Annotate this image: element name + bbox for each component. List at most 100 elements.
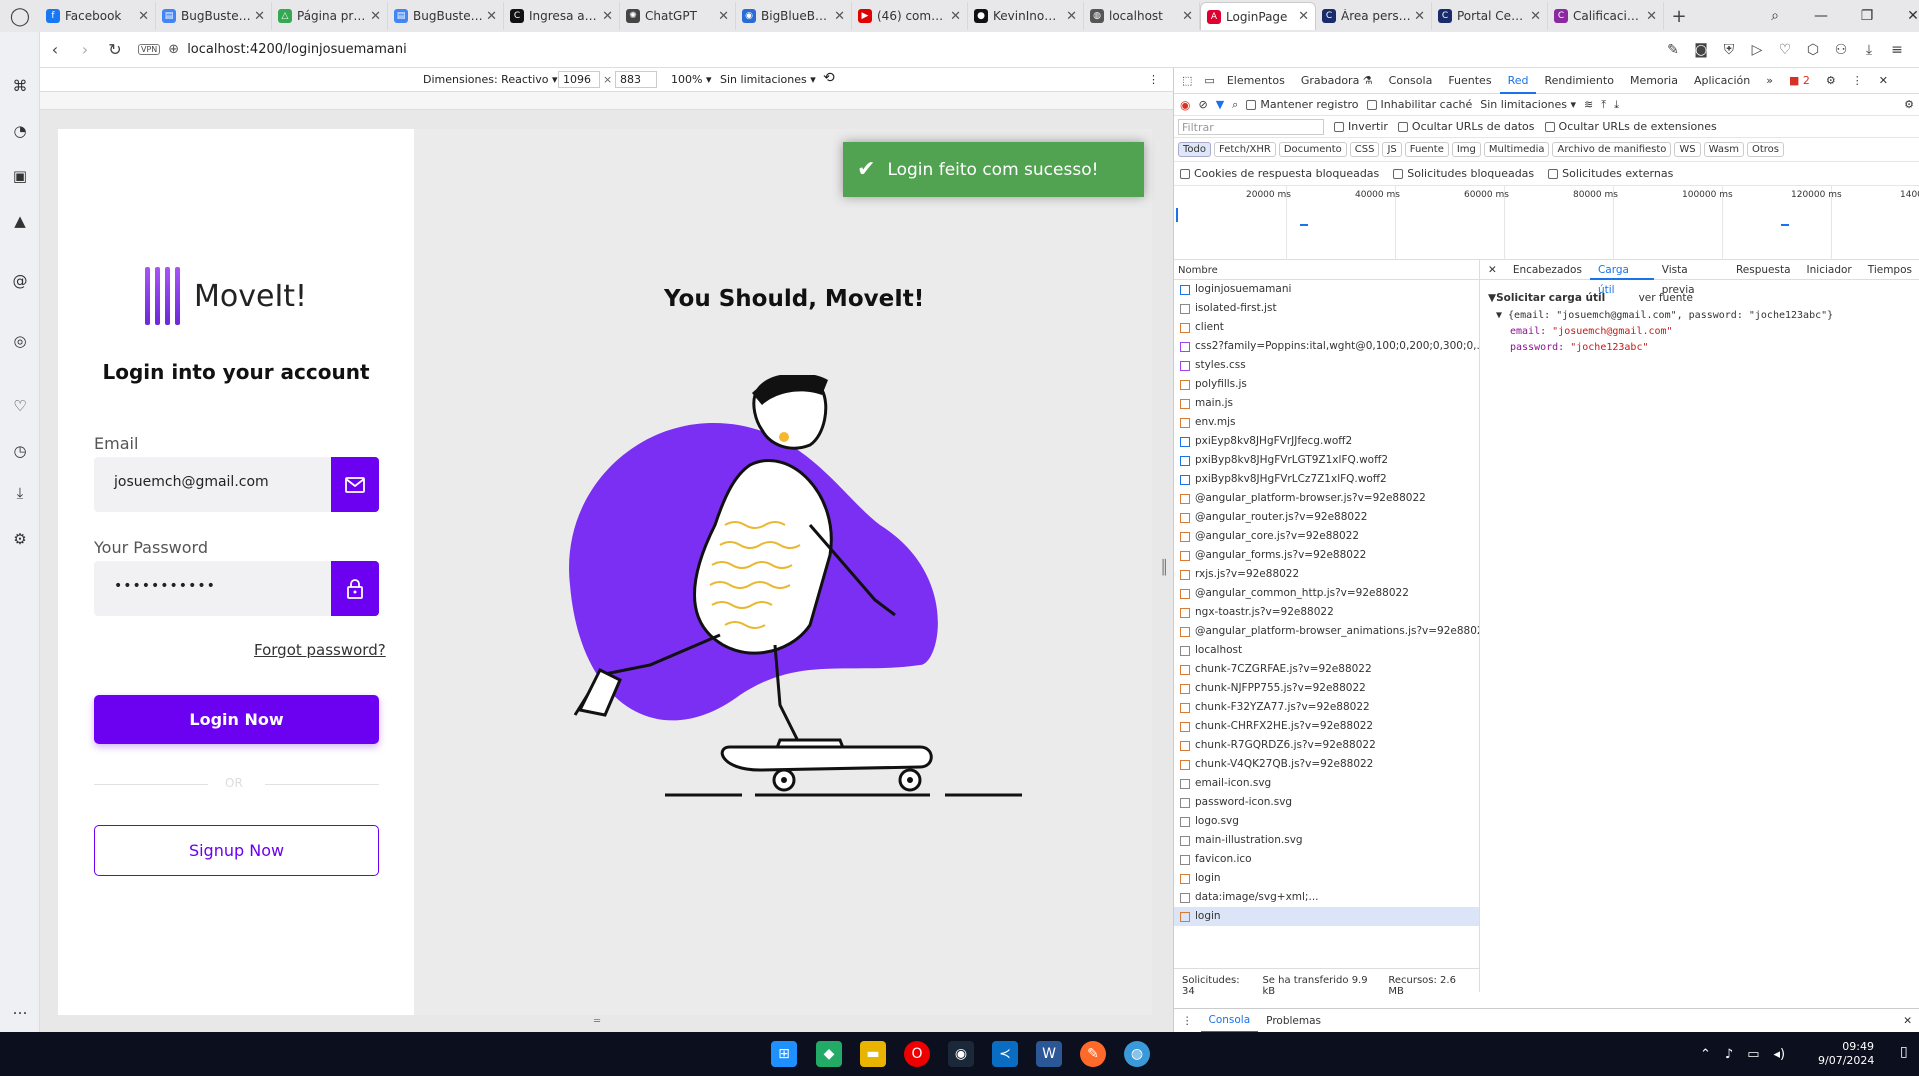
- type-filter-button[interactable]: Wasm: [1703, 142, 1744, 157]
- steam-icon[interactable]: ◉: [948, 1041, 974, 1067]
- player-icon[interactable]: ◎: [10, 332, 30, 352]
- request-row[interactable]: favicon.ico: [1174, 850, 1479, 869]
- request-row[interactable]: isolated-first.jst: [1174, 299, 1479, 318]
- request-row[interactable]: ngx-toastr.js?v=92e88022: [1174, 603, 1479, 622]
- password-value[interactable]: •••••••••••: [114, 578, 216, 594]
- hide-data-urls-checkbox[interactable]: Ocultar URLs de datos: [1397, 120, 1535, 133]
- request-row[interactable]: chunk-CHRFX2HE.js?v=92e88022: [1174, 717, 1479, 736]
- inspect-icon[interactable]: ⬚: [1174, 68, 1200, 94]
- tab-close-icon[interactable]: ✕: [834, 9, 845, 24]
- speaker-icon[interactable]: ◂): [1774, 1047, 1786, 1062]
- drawer-tab-problems[interactable]: Problemas: [1258, 1015, 1329, 1027]
- browser-tab[interactable]: ▶ (46) como C ✕: [852, 2, 968, 30]
- minimize-button[interactable]: —: [1798, 8, 1844, 24]
- shield-icon[interactable]: ⛨: [1715, 42, 1743, 58]
- detail-tab[interactable]: Iniciador: [1799, 260, 1860, 280]
- cube-icon[interactable]: ⬡: [1799, 42, 1827, 58]
- request-row[interactable]: logo.svg: [1174, 812, 1479, 831]
- detail-tab[interactable]: Carga útil: [1589, 260, 1654, 296]
- browser-tab[interactable]: ✺ ChatGPT ✕: [620, 2, 736, 30]
- file-explorer-icon[interactable]: ▬: [860, 1041, 886, 1067]
- search-icon[interactable]: ⌕: [1232, 98, 1238, 112]
- request-row[interactable]: main.js: [1174, 394, 1479, 413]
- type-filter-button[interactable]: Img: [1451, 142, 1481, 157]
- detail-tab[interactable]: Vista previa: [1654, 260, 1728, 296]
- devtools-tab[interactable]: Fuentes: [1440, 68, 1499, 94]
- throttle-select[interactable]: Sin limitaciones ▾: [720, 73, 816, 86]
- tab-close-icon[interactable]: ✕: [1646, 9, 1657, 24]
- tab-close-icon[interactable]: ✕: [950, 9, 961, 24]
- devtools-settings-icon[interactable]: ⚙: [1818, 68, 1844, 94]
- import-har-icon[interactable]: ⤒: [1601, 98, 1606, 112]
- type-filter-button[interactable]: Multimedia: [1483, 142, 1550, 157]
- tab-close-icon[interactable]: ✕: [718, 9, 729, 24]
- request-row[interactable]: pxiByp8kv8JHgFVrLGT9Z1xlFQ.woff2: [1174, 451, 1479, 470]
- browser-tab[interactable]: C Portal Certu ✕: [1432, 2, 1548, 30]
- drawer-menu-icon[interactable]: ⋮: [1174, 1015, 1201, 1027]
- close-detail-icon[interactable]: ✕: [1480, 260, 1505, 280]
- type-filter-button[interactable]: Fetch/XHR: [1214, 142, 1276, 157]
- browser-tab[interactable]: A LoginPage ✕: [1200, 2, 1316, 30]
- tab-close-icon[interactable]: ✕: [1298, 9, 1309, 24]
- opera-icon[interactable]: O: [904, 1041, 930, 1067]
- download-icon[interactable]: ⤓: [1855, 42, 1883, 58]
- browser-tab[interactable]: ▤ BugBusters_ ✕: [388, 2, 504, 30]
- payload-summary[interactable]: ▼ {email: "josuemch@gmail.com", password…: [1496, 308, 1833, 324]
- invert-checkbox[interactable]: Invertir: [1334, 120, 1388, 133]
- browser-tab[interactable]: ◉ BigBlueButt ✕: [736, 2, 852, 30]
- tray-chevron-icon[interactable]: ⌃: [1700, 1047, 1711, 1062]
- request-row[interactable]: css2?family=Poppins:ital,wght@0,100;0,20…: [1174, 337, 1479, 356]
- signup-button[interactable]: Signup Now: [94, 825, 379, 876]
- history-icon[interactable]: ◷: [10, 442, 30, 462]
- devtools-tab[interactable]: Red: [1499, 68, 1537, 94]
- request-row[interactable]: styles.css: [1174, 356, 1479, 375]
- search-tabs-icon[interactable]: ⌕: [1752, 8, 1798, 24]
- throttling-select[interactable]: Sin limitaciones ▾: [1480, 98, 1576, 111]
- devtools-tab[interactable]: Rendimiento: [1536, 68, 1621, 94]
- forgot-password-link[interactable]: Forgot password?: [254, 641, 386, 659]
- close-window-button[interactable]: ✕: [1890, 8, 1919, 24]
- password-field[interactable]: •••••••••••: [94, 561, 379, 616]
- site-info-icon[interactable]: ⊕: [168, 42, 179, 57]
- request-row[interactable]: pxiByp8kv8JHgFVrLCz7Z1xlFQ.woff2: [1174, 470, 1479, 489]
- success-toast[interactable]: ✔ Login feito com sucesso!: [843, 142, 1144, 197]
- detail-tab[interactable]: Tiempos: [1860, 260, 1919, 280]
- request-row[interactable]: chunk-NJFPP755.js?v=92e88022: [1174, 679, 1479, 698]
- devtools-tab[interactable]: Memoria: [1622, 68, 1686, 94]
- notifications-icon[interactable]: ▯: [1900, 1044, 1908, 1060]
- request-row[interactable]: login: [1174, 907, 1479, 926]
- menu-icon[interactable]: ≡: [1883, 42, 1911, 58]
- edit-icon[interactable]: ✎: [1659, 42, 1687, 58]
- type-filter-button[interactable]: Documento: [1278, 142, 1347, 157]
- request-row[interactable]: chunk-R7GQRDZ6.js?v=92e88022: [1174, 736, 1479, 755]
- tab-close-icon[interactable]: ✕: [370, 9, 381, 24]
- heart-icon[interactable]: ♡: [1771, 42, 1799, 58]
- name-column-header[interactable]: Nombre: [1174, 260, 1480, 280]
- email-field[interactable]: josuemch@gmail.com: [94, 457, 379, 512]
- request-row[interactable]: pxiEyp8kv8JHgFVrJJfecg.woff2: [1174, 432, 1479, 451]
- url-field[interactable]: localhost:4200/loginjosuemamani: [187, 42, 407, 57]
- tab-close-icon[interactable]: ✕: [1066, 9, 1077, 24]
- type-filter-button[interactable]: Otros: [1747, 142, 1785, 157]
- tab-close-icon[interactable]: ✕: [1182, 9, 1193, 24]
- view-source-link[interactable]: ver fuente: [1639, 292, 1693, 304]
- type-filter-button[interactable]: Fuente: [1404, 142, 1449, 157]
- request-row[interactable]: polyfills.js: [1174, 375, 1479, 394]
- wifi-icon[interactable]: ≋: [1584, 98, 1593, 111]
- browser-tab[interactable]: f Facebook ✕: [40, 2, 156, 30]
- gamepad-icon[interactable]: ⌘: [10, 77, 30, 97]
- tab-close-icon[interactable]: ✕: [486, 9, 497, 24]
- request-row[interactable]: client: [1174, 318, 1479, 337]
- devtools-more-icon[interactable]: ⋮: [1844, 68, 1871, 94]
- devtools-tab[interactable]: Aplicación: [1686, 68, 1758, 94]
- request-row[interactable]: chunk-F32YZA77.js?v=92e88022: [1174, 698, 1479, 717]
- request-row[interactable]: password-icon.svg: [1174, 793, 1479, 812]
- start-icon[interactable]: ⊞: [771, 1041, 797, 1067]
- zoom-select[interactable]: 100% ▾: [671, 73, 711, 86]
- height-input[interactable]: 883: [615, 71, 657, 88]
- forward-button[interactable]: ›: [70, 40, 100, 59]
- device-toggle-icon[interactable]: ▭: [1200, 68, 1218, 94]
- copilot-icon[interactable]: ◆: [816, 1041, 842, 1067]
- browser-tab[interactable]: △ Página princ ✕: [272, 2, 388, 30]
- type-filter-button[interactable]: Archivo de manifiesto: [1552, 142, 1672, 157]
